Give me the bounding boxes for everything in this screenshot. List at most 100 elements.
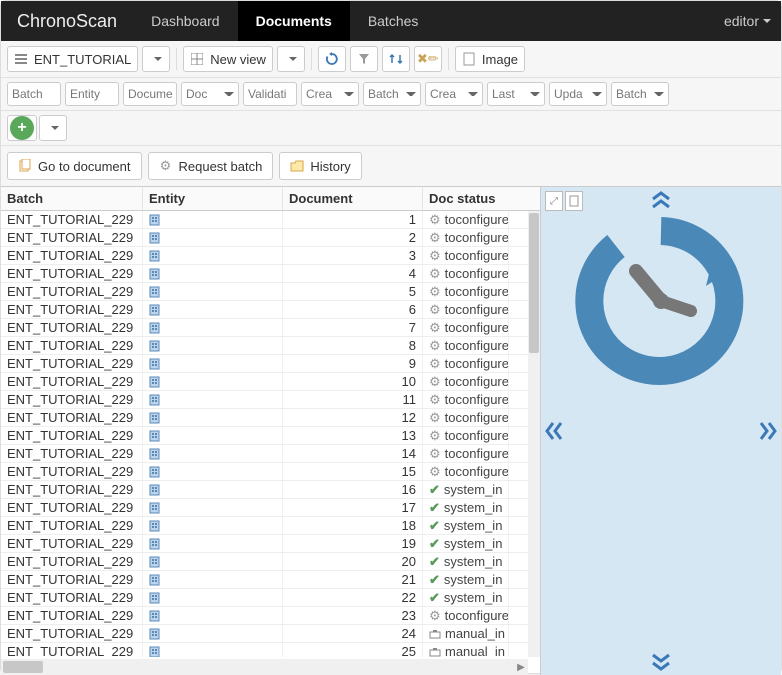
grid-header: Batch Entity Document Doc status [1, 187, 540, 211]
table-row[interactable]: ENT_TUTORIAL_2293⚙toconfigure [1, 247, 528, 265]
page-button[interactable] [565, 191, 583, 211]
add-dropdown[interactable] [39, 115, 67, 141]
vertical-scrollbar[interactable]: ▲ [528, 211, 540, 657]
filter-doc-status[interactable]: Doc [181, 82, 239, 106]
cell-entity [143, 517, 283, 534]
fit-page-button[interactable]: ⤢ [545, 191, 563, 211]
cell-document: 9 [283, 355, 423, 372]
nav-right[interactable] [759, 421, 777, 441]
nav-dashboard[interactable]: Dashboard [133, 1, 238, 41]
table-row[interactable]: ENT_TUTORIAL_22920✔system_in [1, 553, 528, 571]
history-button[interactable]: History [279, 152, 361, 180]
goto-document-button[interactable]: Go to document [7, 152, 142, 180]
table-row[interactable]: ENT_TUTORIAL_2291⚙toconfigure [1, 211, 528, 229]
table-row[interactable]: ENT_TUTORIAL_22924manual_in [1, 625, 528, 643]
sort-button[interactable] [382, 46, 410, 72]
add-button[interactable]: + [7, 115, 37, 141]
cell-entity [143, 481, 283, 498]
table-row[interactable]: ENT_TUTORIAL_22923⚙toconfigure [1, 607, 528, 625]
nav-down[interactable] [651, 653, 671, 671]
gear-icon: ⚙ [429, 212, 441, 228]
horizontal-scrollbar[interactable]: ◀ ▶ [1, 659, 528, 675]
filter-document[interactable]: Docume [123, 82, 177, 106]
nav-left[interactable] [545, 421, 563, 441]
cell-status: ⚙toconfigure [423, 337, 509, 354]
table-row[interactable]: ENT_TUTORIAL_22910⚙toconfigure [1, 373, 528, 391]
building-icon [149, 250, 160, 262]
table-row[interactable]: ENT_TUTORIAL_2295⚙toconfigure [1, 283, 528, 301]
table-row[interactable]: ENT_TUTORIAL_22915⚙toconfigure [1, 463, 528, 481]
cell-entity [143, 589, 283, 606]
config-dropdown[interactable]: ENT_TUTORIAL [7, 46, 138, 72]
cell-document: 11 [283, 391, 423, 408]
table-row[interactable]: ENT_TUTORIAL_22913⚙toconfigure [1, 427, 528, 445]
table-row[interactable]: ENT_TUTORIAL_22917✔system_in [1, 499, 528, 517]
nav-documents[interactable]: Documents [238, 1, 350, 41]
building-icon [149, 286, 160, 298]
building-icon [149, 466, 160, 478]
cell-document: 6 [283, 301, 423, 318]
table-row[interactable]: ENT_TUTORIAL_2298⚙toconfigure [1, 337, 528, 355]
table-row[interactable]: ENT_TUTORIAL_2294⚙toconfigure [1, 265, 528, 283]
request-batch-button[interactable]: ⚙ Request batch [148, 152, 274, 180]
filter-validation[interactable]: Validati [243, 82, 297, 106]
filter-created[interactable]: Crea [301, 82, 359, 106]
cell-status: manual_in [423, 643, 509, 657]
scroll-thumb[interactable] [529, 213, 539, 353]
table-row[interactable]: ENT_TUTORIAL_22922✔system_in [1, 589, 528, 607]
check-icon: ✔ [429, 500, 440, 516]
filter-batch3[interactable]: Batch [611, 82, 669, 106]
table-row[interactable]: ENT_TUTORIAL_2292⚙toconfigure [1, 229, 528, 247]
clock-logo [571, 211, 751, 391]
config-dropdown-caret[interactable] [142, 46, 170, 72]
table-row[interactable]: ENT_TUTORIAL_2296⚙toconfigure [1, 301, 528, 319]
table-row[interactable]: ENT_TUTORIAL_2297⚙toconfigure [1, 319, 528, 337]
col-header-entity[interactable]: Entity [143, 187, 283, 210]
table-row[interactable]: ENT_TUTORIAL_22919✔system_in [1, 535, 528, 553]
cell-document: 17 [283, 499, 423, 516]
refresh-button[interactable] [318, 46, 346, 72]
table-row[interactable]: ENT_TUTORIAL_22916✔system_in [1, 481, 528, 499]
cell-status: ⚙toconfigure [423, 463, 509, 480]
top-nav: ChronoScan Dashboard Documents Batches e… [1, 1, 781, 41]
scroll-thumb[interactable] [3, 661, 43, 673]
nav-batches[interactable]: Batches [350, 1, 437, 41]
settings-button[interactable]: ✖✏ [414, 46, 442, 72]
table-row[interactable]: ENT_TUTORIAL_2299⚙toconfigure [1, 355, 528, 373]
cell-document: 3 [283, 247, 423, 264]
table-row[interactable]: ENT_TUTORIAL_22918✔system_in [1, 517, 528, 535]
cell-document: 1 [283, 211, 423, 228]
filter-batch2[interactable]: Batch [363, 82, 421, 106]
cell-status: ⚙toconfigure [423, 409, 509, 426]
image-button[interactable]: Image [455, 46, 525, 72]
cell-entity [143, 625, 283, 642]
table-row[interactable]: ENT_TUTORIAL_22914⚙toconfigure [1, 445, 528, 463]
table-row[interactable]: ENT_TUTORIAL_22921✔system_in [1, 571, 528, 589]
cell-entity [143, 463, 283, 480]
cell-batch: ENT_TUTORIAL_229 [1, 589, 143, 606]
filter-entity[interactable]: Entity [65, 82, 119, 106]
filter-last[interactable]: Last [487, 82, 545, 106]
check-icon: ✔ [429, 536, 440, 552]
nav-up[interactable] [651, 191, 671, 209]
filter-label: Batch [368, 87, 402, 101]
table-row[interactable]: ENT_TUTORIAL_22911⚙toconfigure [1, 391, 528, 409]
filter-updated[interactable]: Upda [549, 82, 607, 106]
table-row[interactable]: ENT_TUTORIAL_22912⚙toconfigure [1, 409, 528, 427]
filter-button[interactable] [350, 46, 378, 72]
col-header-status[interactable]: Doc status [423, 187, 509, 210]
filter-created2[interactable]: Crea [425, 82, 483, 106]
user-menu[interactable]: editor [714, 1, 781, 41]
table-row[interactable]: ENT_TUTORIAL_22925manual_in [1, 643, 528, 657]
cell-status: ⚙toconfigure [423, 211, 509, 228]
cell-entity [143, 247, 283, 264]
scroll-right-icon: ▶ [514, 659, 528, 675]
filter-label: Crea [306, 87, 340, 101]
cell-status: ⚙toconfigure [423, 247, 509, 264]
col-header-batch[interactable]: Batch [1, 187, 143, 210]
view-dropdown[interactable]: New view [183, 46, 273, 72]
view-dropdown-caret[interactable] [277, 46, 305, 72]
filter-batch[interactable]: Batch [7, 82, 61, 106]
filter-label: Doc [186, 87, 220, 101]
col-header-document[interactable]: Document [283, 187, 423, 210]
